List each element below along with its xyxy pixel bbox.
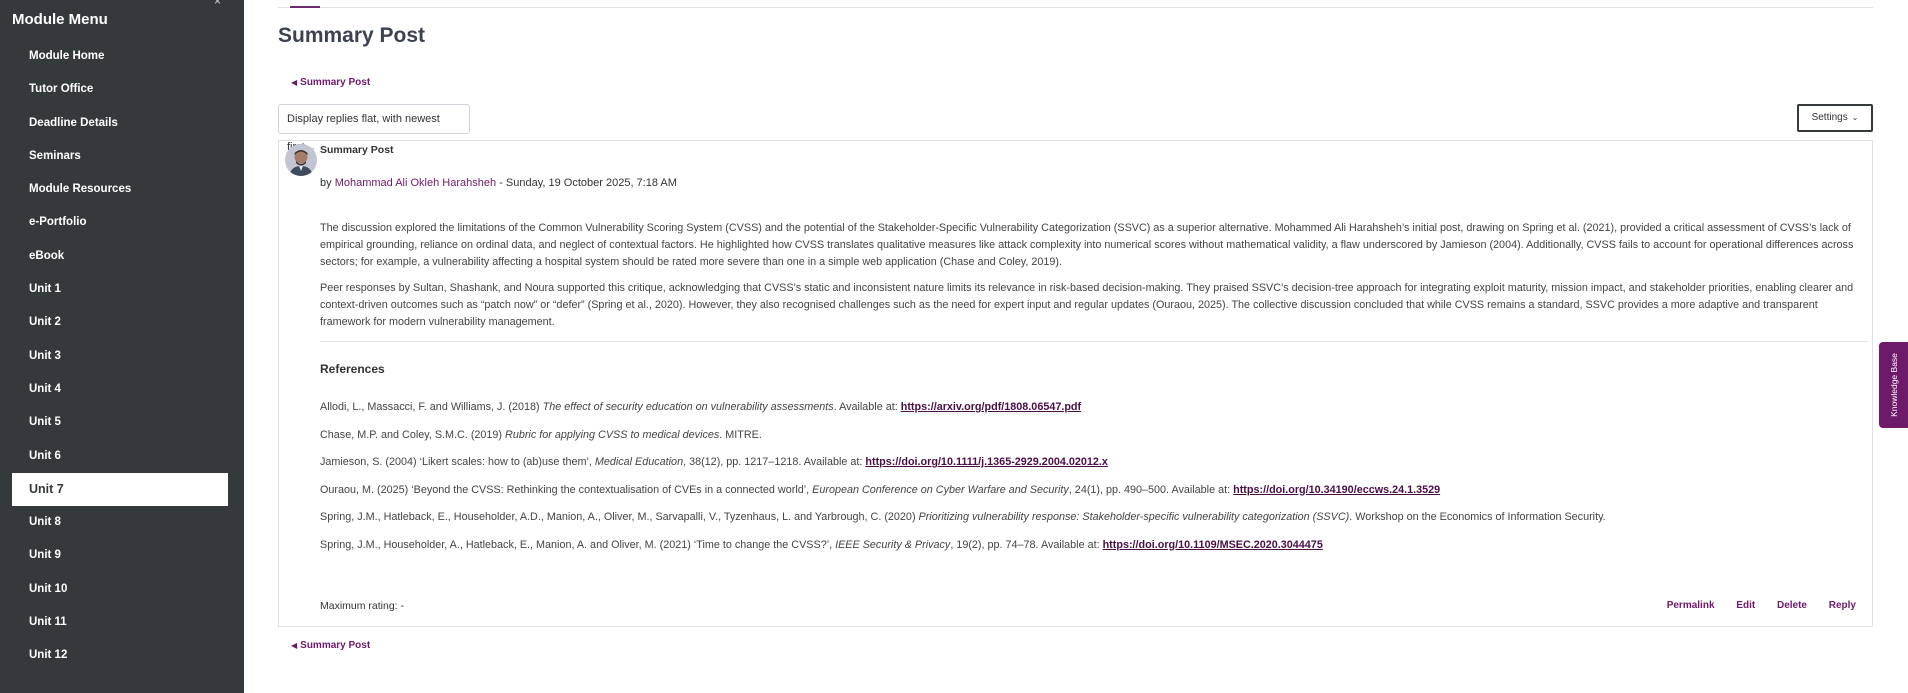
reference-link[interactable]: https://doi.org/10.1111/j.1365-2929.2004… xyxy=(865,456,1107,468)
module-menu-sidebar: Module Menu × Module Home Tutor Office Dea… xyxy=(0,0,244,693)
reference-item: Chase, M.P. and Coley, S.M.C. (2019) Rub… xyxy=(320,427,1870,455)
post-subject: Summary Post xyxy=(320,144,394,156)
sidebar-nav: Module Home Tutor Office Deadline Details S… xyxy=(12,40,228,673)
author-link[interactable]: Mohammad Ali Okleh Harahsheh xyxy=(335,177,496,189)
sidebar-item-unit-12[interactable]: Unit 12 xyxy=(12,639,228,672)
reference-text: Allodi, L., Massacci, F. and Williams, J… xyxy=(320,401,543,413)
reference-item: Allodi, L., Massacci, F. and Williams, J… xyxy=(320,399,1870,427)
sidebar-item-unit-4[interactable]: Unit 4 xyxy=(12,373,228,406)
display-mode-select[interactable]: Display replies flat, with newest first⌄ xyxy=(278,104,470,153)
reference-title: Rubric for applying CVSS to medical devi… xyxy=(505,428,720,441)
permalink-link[interactable]: Permalink xyxy=(1667,600,1715,611)
reference-title: The effect of security education on vuln… xyxy=(542,401,834,413)
reply-link[interactable]: Reply xyxy=(1829,600,1856,611)
back-link-label: Summary Post xyxy=(300,640,371,651)
sidebar-item-unit-9[interactable]: Unit 9 xyxy=(12,539,228,572)
back-link-top[interactable]: ◀ Summary Post xyxy=(291,77,370,88)
sidebar-item-unit-7[interactable]: Unit 7 xyxy=(12,472,228,507)
reference-title: Prioritizing vulnerability response: Sta… xyxy=(918,511,1350,523)
forum-post: Summary Post by Mohammad Ali Okleh Harah… xyxy=(278,140,1873,627)
reference-item: Ouraou, M. (2025) ‘Beyond the CVSS: Reth… xyxy=(320,482,1870,510)
reference-text: . MITRE. xyxy=(719,428,762,441)
reference-text: . Workshop on the Economics of Informati… xyxy=(1349,511,1606,523)
delete-link[interactable]: Delete xyxy=(1777,600,1807,611)
sidebar-item-unit-2[interactable]: Unit 2 xyxy=(12,306,228,339)
reference-text: , 24(1), pp. 490–500. Available at: xyxy=(1068,483,1234,496)
main-content: Summary Post ◀ Summary Post Display repli… xyxy=(278,0,1873,693)
module-menu-title: Module Menu xyxy=(12,11,108,28)
max-rating: Maximum rating: - xyxy=(320,600,405,612)
post-body: The discussion explored the limitations … xyxy=(320,220,1870,340)
top-divider xyxy=(278,7,1873,8)
page-title: Summary Post xyxy=(278,24,426,47)
knowledge-base-label: Knowledge Base xyxy=(1888,353,1899,417)
settings-button[interactable]: Settings ⌄ xyxy=(1797,104,1873,132)
reference-text: Chase, M.P. and Coley, S.M.C. (2019) xyxy=(320,428,506,441)
reference-link[interactable]: https://arxiv.org/pdf/1808.06547.pdf xyxy=(901,401,1081,413)
knowledge-base-tab[interactable]: Knowledge Base xyxy=(1879,342,1908,428)
reference-text: Ouraou, M. (2025) ‘Beyond the CVSS: Reth… xyxy=(320,483,813,496)
sidebar-item-unit-3[interactable]: Unit 3 xyxy=(12,340,228,373)
post-actions: Permalink Edit Delete Reply xyxy=(1648,600,1856,611)
sidebar-item-unit-6[interactable]: Unit 6 xyxy=(12,440,228,473)
active-tab-indicator xyxy=(290,6,320,8)
back-triangle-icon: ◀ xyxy=(291,78,298,87)
post-paragraph: Peer responses by Sultan, Shashank, and … xyxy=(320,282,1854,328)
reference-item: Jamieson, S. (2004) ‘Likert scales: how … xyxy=(320,454,1870,482)
back-link-bottom[interactable]: ◀ Summary Post xyxy=(291,640,370,651)
reference-link[interactable]: https://doi.org/10.1109/MSEC.2020.304447… xyxy=(1103,539,1323,551)
sidebar-item-unit-1[interactable]: Unit 1 xyxy=(12,273,228,306)
back-triangle-icon: ◀ xyxy=(291,641,298,650)
back-link-label: Summary Post xyxy=(300,77,371,88)
chevron-down-icon: ⌄ xyxy=(1851,113,1859,122)
references-heading: References xyxy=(320,362,385,376)
sidebar-item-ebook[interactable]: eBook xyxy=(12,240,228,273)
sidebar-item-deadline-details[interactable]: Deadline Details xyxy=(12,107,228,140)
sidebar-item-unit-10[interactable]: Unit 10 xyxy=(12,573,228,606)
close-icon[interactable]: × xyxy=(214,0,221,8)
reference-text: , 38(12), pp. 1217–1218. Available at: xyxy=(683,456,866,468)
sidebar-item-e-portfolio[interactable]: e-Portfolio xyxy=(12,206,228,239)
reference-item: Spring, J.M., Hatleback, E., Householder… xyxy=(320,509,1870,537)
byline-prefix: by xyxy=(320,177,332,189)
post-divider xyxy=(320,341,1868,342)
post-byline: by Mohammad Ali Okleh Harahsheh - Sunday… xyxy=(320,177,677,189)
reference-text: Jamieson, S. (2004) ‘Likert scales: how … xyxy=(320,456,595,468)
settings-label: Settings xyxy=(1811,112,1848,123)
sidebar-item-module-resources[interactable]: Module Resources xyxy=(12,173,228,206)
reference-text: Spring, J.M., Hatleback, E., Householder… xyxy=(320,511,919,523)
reference-title: European Conference on Cyber Warfare and… xyxy=(812,483,1069,496)
reference-title: IEEE Security & Privacy xyxy=(835,538,951,551)
reference-title: Medical Education xyxy=(594,456,684,468)
edit-link[interactable]: Edit xyxy=(1736,600,1755,611)
reference-text: . Available at: xyxy=(833,401,901,413)
reference-link[interactable]: https://doi.org/10.34190/eccws.24.1.3529 xyxy=(1233,484,1440,496)
reference-text: , 19(2), pp. 74–78. Available at: xyxy=(950,538,1103,551)
references-list: Allodi, L., Massacci, F. and Williams, J… xyxy=(320,399,1870,564)
sidebar-item-unit-11[interactable]: Unit 11 xyxy=(12,606,228,639)
sidebar-item-seminars[interactable]: Seminars xyxy=(12,140,228,173)
post-paragraph: The discussion explored the limitations … xyxy=(320,222,1854,268)
reference-text: Spring, J.M., Householder, A., Hatleback… xyxy=(320,538,836,551)
sidebar-item-unit-8[interactable]: Unit 8 xyxy=(12,506,228,539)
sidebar-item-unit-5[interactable]: Unit 5 xyxy=(12,406,228,439)
reference-item: Spring, J.M., Householder, A., Hatleback… xyxy=(320,537,1870,565)
sidebar-item-tutor-office[interactable]: Tutor Office xyxy=(12,73,228,106)
post-date: - Sunday, 19 October 2025, 7:18 AM xyxy=(499,177,677,189)
sidebar-item-module-home[interactable]: Module Home xyxy=(12,40,228,73)
avatar[interactable] xyxy=(285,144,317,176)
user-avatar-icon xyxy=(285,144,317,176)
